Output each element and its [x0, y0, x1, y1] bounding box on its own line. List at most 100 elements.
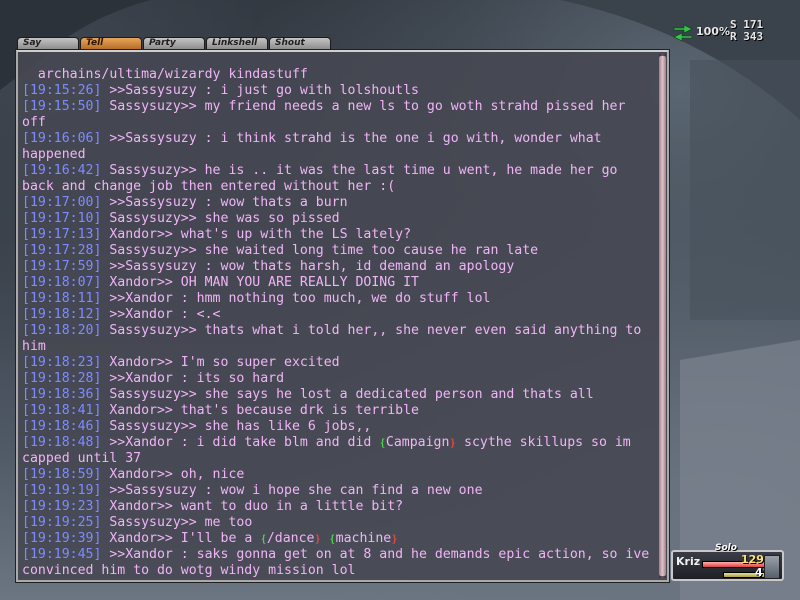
chat-message: Xandor>> that's because drk is terrible — [101, 403, 419, 418]
chat-message: >>Sassysuzy : wow thats a burn — [101, 195, 348, 210]
chat-message-continued — [321, 531, 329, 546]
chat-timestamp: [19:16:42] — [22, 163, 102, 178]
chat-message: Xandor>> OH MAN YOU ARE REALLY DOING IT — [101, 275, 419, 290]
chat-timestamp: [19:18:11] — [22, 291, 102, 306]
chat-line: [19:18:36] Sassysuzy>> she says he lost … — [22, 387, 650, 403]
chat-message: >>Sassysuzy : i just go with lolshoutls — [101, 83, 419, 98]
chat-log: archains/ultima/wizardy kindastuff [19:15… — [22, 67, 650, 579]
chat-line: [19:17:59] >>Sassysuzy : wow thats harsh… — [22, 259, 650, 275]
chat-message: >>Sassysuzy : wow i hope she can find a … — [101, 483, 483, 498]
speed-percent: 100% — [696, 25, 730, 38]
chat-timestamp: [19:19:45] — [22, 547, 102, 562]
chat-message: Xandor>> oh, nice — [101, 467, 245, 482]
chat-timestamp: [19:19:19] — [22, 483, 102, 498]
chat-line: [19:18:23] Xandor>> I'm so super excited — [22, 355, 650, 371]
chat-message: Sassysuzy>> she was so pissed — [101, 211, 340, 226]
chat-message: Xandor>> I'm so super excited — [101, 355, 340, 370]
chat-scrollbar[interactable] — [659, 54, 666, 578]
chat-line: [19:16:42] Sassysuzy>> he is .. it was t… — [22, 163, 650, 195]
chat-line: [19:19:25] Sassysuzy>> me too — [22, 515, 650, 531]
chat-line: [19:16:06] >>Sassysuzy : i think strahd … — [22, 131, 650, 163]
tab-linkshell[interactable]: Linkshell — [206, 37, 268, 49]
chat-timestamp: [19:18:36] — [22, 387, 102, 402]
chat-timestamp: [19:16:06] — [22, 131, 102, 146]
chat-line: [19:18:59] Xandor>> oh, nice — [22, 467, 650, 483]
chat-line: [19:18:41] Xandor>> that's because drk i… — [22, 403, 650, 419]
chat-line: [19:19:23] Xandor>> want to duo in a lit… — [22, 499, 650, 515]
chat-message: >>Xandor : hmm nothing too much, we do s… — [101, 291, 491, 306]
chat-timestamp: [19:19:25] — [22, 515, 102, 530]
chat-message: >>Sassysuzy : wow thats harsh, id demand… — [101, 259, 515, 274]
chat-timestamp: [19:17:28] — [22, 243, 102, 258]
chat-timestamp: [19:15:50] — [22, 99, 102, 114]
chat-message: Sassysuzy>> she says he lost a dedicated… — [101, 387, 594, 402]
chat-timestamp: [19:18:07] — [22, 275, 102, 290]
scrollbar-thumb[interactable] — [659, 56, 666, 576]
player-name: Kriz — [676, 555, 701, 568]
chat-message: archains/ultima/wizardy kindastuff — [22, 67, 308, 82]
chat-timestamp: [19:17:00] — [22, 195, 102, 210]
chat-message: Sassysuzy>> she waited long time too cau… — [101, 243, 539, 258]
tab-tell[interactable]: Tell — [80, 37, 142, 49]
chat-line: [19:19:45] >>Xandor : saks gonna get on … — [22, 547, 650, 579]
autotranslate-open-icon: ❴ — [260, 532, 267, 545]
autotranslate-phrase: machine — [335, 531, 392, 546]
chat-line: [19:18:11] >>Xandor : hmm nothing too mu… — [22, 291, 650, 307]
chat-message: >>Xandor : <.< — [101, 307, 221, 322]
chat-line: [19:19:19] >>Sassysuzy : wow i hope she … — [22, 483, 650, 499]
autotranslate-open-icon: ❴ — [329, 532, 336, 545]
chat-message: Xandor>> I'll be a — [101, 531, 261, 546]
chat-timestamp: [19:18:28] — [22, 371, 102, 386]
chat-timestamp: [19:18:48] — [22, 435, 102, 450]
chat-tabs: Say Tell Party Linkshell Shout — [17, 37, 331, 50]
autotranslate-phrase: Campaign — [385, 435, 450, 450]
chat-timestamp: [19:18:59] — [22, 467, 102, 482]
chat-line: [19:17:10] Sassysuzy>> she was so pissed — [22, 211, 650, 227]
chat-line: [19:17:00] >>Sassysuzy : wow thats a bur… — [22, 195, 650, 211]
chat-line: [19:17:13] Xandor>> what's up with the L… — [22, 227, 650, 243]
autotranslate-close-icon: ❵ — [391, 532, 398, 545]
chat-line: [19:18:46] Sassysuzy>> she has like 6 jo… — [22, 419, 650, 435]
chat-message: Xandor>> what's up with the LS lately? — [101, 227, 412, 242]
chat-timestamp: [19:18:46] — [22, 419, 102, 434]
chat-timestamp: [19:18:41] — [22, 403, 102, 418]
chat-message: Sassysuzy>> thats what i told her,, she … — [22, 323, 650, 354]
chat-line: [19:19:39] Xandor>> I'll be a ❴/dance❵ ❴… — [22, 531, 650, 547]
autotranslate-phrase: /dance — [266, 531, 315, 546]
chat-timestamp: [19:18:20] — [22, 323, 102, 338]
chat-message: Sassysuzy>> he is .. it was the last tim… — [22, 163, 626, 194]
compass-arrows-icon — [673, 24, 693, 42]
chat-message: Xandor>> want to duo in a little bit? — [101, 499, 404, 514]
chat-timestamp: [19:19:39] — [22, 531, 102, 546]
chat-line: [19:15:50] Sassysuzy>> my friend needs a… — [22, 99, 650, 131]
chat-line: [19:18:12] >>Xandor : <.< — [22, 307, 650, 323]
compass-r: R 343 — [730, 30, 764, 43]
chat-message: >>Sassysuzy : i think strahd is the one … — [22, 131, 610, 162]
party-member-icon — [764, 555, 780, 579]
chat-timestamp: [19:18:23] — [22, 355, 102, 370]
compass-coords: S 171 R 343 — [730, 19, 763, 43]
party-mode-label: Solo — [715, 543, 737, 553]
tab-shout[interactable]: Shout — [269, 37, 331, 49]
tab-party[interactable]: Party — [143, 37, 205, 49]
chat-timestamp: [19:15:26] — [22, 83, 102, 98]
chat-message: >>Xandor : its so hard — [101, 371, 285, 386]
chat-message: Sassysuzy>> my friend needs a new ls to … — [22, 99, 634, 130]
chat-line: [19:18:07] Xandor>> OH MAN YOU ARE REALL… — [22, 275, 650, 291]
chat-log-window[interactable]: archains/ultima/wizardy kindastuff [19:15… — [16, 50, 669, 582]
chat-timestamp: [19:18:12] — [22, 307, 102, 322]
chat-line: [19:18:20] Sassysuzy>> thats what i told… — [22, 323, 650, 355]
compass-widget: 100% S 171 R 343 — [672, 19, 787, 46]
chat-message: Sassysuzy>> she has like 6 jobs,, — [101, 419, 372, 434]
chat-message: Sassysuzy>> me too — [101, 515, 253, 530]
chat-line: [19:17:28] Sassysuzy>> she waited long t… — [22, 243, 650, 259]
autotranslate-open-icon: ❴ — [379, 436, 386, 449]
hp-value: 129 — [741, 553, 764, 566]
party-window[interactable]: Solo Kriz 129 42 — [671, 543, 784, 581]
chat-line: archains/ultima/wizardy kindastuff — [22, 67, 650, 83]
chat-timestamp: [19:19:23] — [22, 499, 102, 514]
chat-message: >>Xandor : i did take blm and did — [101, 435, 380, 450]
chat-line: [19:15:26] >>Sassysuzy : i just go with … — [22, 83, 650, 99]
tab-say[interactable]: Say — [17, 37, 79, 49]
chat-timestamp: [19:17:59] — [22, 259, 102, 274]
